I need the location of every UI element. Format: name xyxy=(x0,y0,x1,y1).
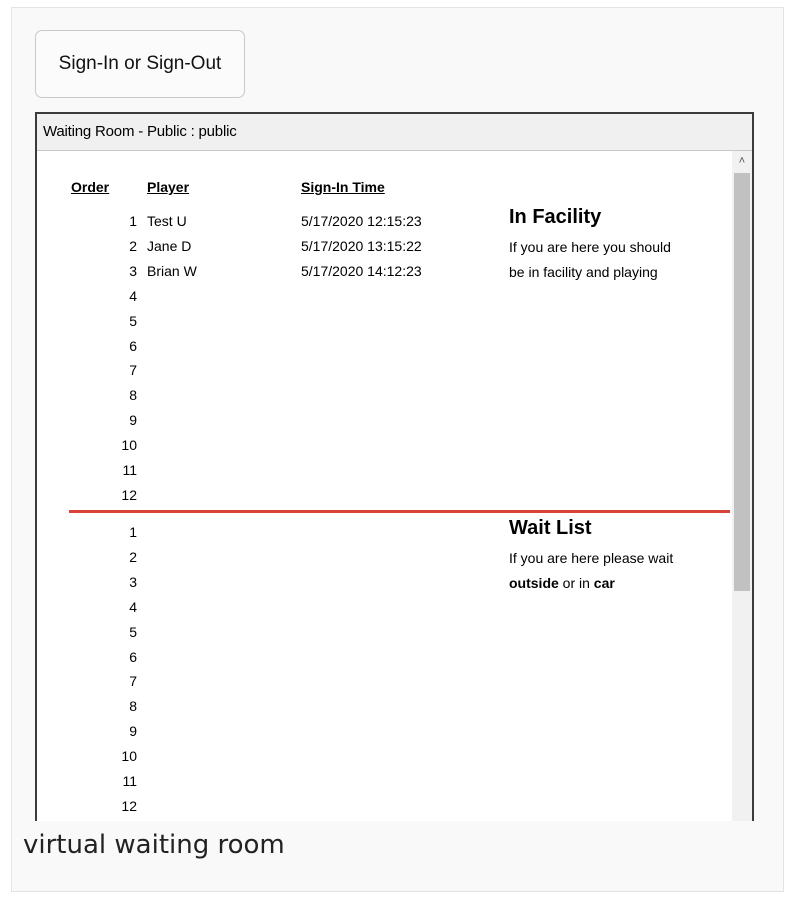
caption: virtual waiting room xyxy=(23,830,285,860)
order-number: 3 xyxy=(129,573,137,590)
order-number: 9 xyxy=(129,412,137,429)
order-number: 7 xyxy=(129,362,137,379)
player-name: Test U xyxy=(147,213,187,229)
header-sign-in-time: Sign-In Time xyxy=(301,179,385,195)
player-name: Brian W xyxy=(147,262,197,279)
table-row: 8 xyxy=(37,694,497,718)
wait-list-note-bold-car: car xyxy=(593,575,615,591)
table-row: 9 xyxy=(37,408,497,432)
sign-in-time: 5/17/2020 12:15:23 xyxy=(301,213,422,229)
header-player: Player xyxy=(147,179,190,195)
order-number: 1 xyxy=(129,213,137,229)
table-row: 5 xyxy=(37,620,497,644)
table-row: 12 xyxy=(37,483,497,507)
table-row: 6 xyxy=(37,334,497,358)
sign-in-time: 5/17/2020 14:12:23 xyxy=(301,262,422,279)
table-row: 4 xyxy=(37,595,497,619)
order-number: 5 xyxy=(129,312,137,329)
table-row: 5 xyxy=(37,309,497,333)
in-facility-note-line1: If you are here you should xyxy=(509,239,671,255)
order-number: 9 xyxy=(129,723,137,740)
order-number: 6 xyxy=(129,337,137,354)
section-divider xyxy=(69,510,730,513)
table-row: 2 Jane D 5/17/2020 13:15:22 xyxy=(37,234,497,258)
chevron-up-icon[interactable]: ˄ xyxy=(732,153,752,169)
order-number: 6 xyxy=(129,648,137,665)
wait-list-title: Wait List xyxy=(509,517,592,539)
table-row: 1 xyxy=(37,520,497,544)
table-row: 11 xyxy=(37,769,497,793)
vertical-scrollbar[interactable]: ˄ xyxy=(732,151,752,821)
in-facility-title: In Facility xyxy=(509,206,602,228)
table-row: 3 xyxy=(37,570,497,594)
wait-list-note-line1: If you are here please wait xyxy=(509,550,674,566)
sign-in-time: 5/17/2020 13:15:22 xyxy=(301,237,422,254)
order-number: 2 xyxy=(129,237,137,254)
wait-list-note-bold-outside: outside xyxy=(509,575,559,591)
table-row: 9 xyxy=(37,719,497,743)
wait-list-note-line2: outside or in car xyxy=(509,571,615,595)
order-number: 10 xyxy=(121,437,137,454)
order-number: 8 xyxy=(129,387,137,404)
table-row: 6 xyxy=(37,645,497,669)
order-number: 5 xyxy=(129,623,137,640)
table-row: 3 Brian W 5/17/2020 14:12:23 xyxy=(37,259,497,283)
sign-in-sign-out-button[interactable]: Sign-In or Sign-Out xyxy=(35,30,245,98)
table-row: 2 xyxy=(37,545,497,569)
order-number: 7 xyxy=(129,673,137,690)
table-row: 4 xyxy=(37,284,497,308)
order-number: 4 xyxy=(129,598,137,615)
table-row: 10 xyxy=(37,744,497,768)
table-row: 1 Test U 5/17/2020 12:15:23 xyxy=(37,209,497,233)
order-number: 12 xyxy=(121,797,137,814)
order-number: 4 xyxy=(129,287,137,304)
order-number: 10 xyxy=(121,748,137,765)
order-number: 1 xyxy=(129,524,137,540)
waiting-room-table: Order Player Sign-In Time In Facility If… xyxy=(37,151,732,821)
in-facility-note-line2: be in facility and playing xyxy=(509,264,658,280)
table-row: 10 xyxy=(37,433,497,457)
panel-title: Waiting Room - Public : public xyxy=(37,114,752,151)
waiting-room-panel: Waiting Room - Public : public ˄ Order P… xyxy=(35,112,754,821)
table-row: 7 xyxy=(37,669,497,693)
wait-list-note-mid: or in xyxy=(558,575,594,591)
order-number: 8 xyxy=(129,698,137,715)
table-row: 8 xyxy=(37,383,497,407)
order-number: 11 xyxy=(122,462,137,478)
player-name: Jane D xyxy=(147,237,192,254)
order-number: 2 xyxy=(129,548,137,565)
order-number: 11 xyxy=(122,773,137,789)
table-row: 7 xyxy=(37,358,497,382)
table-row: 11 xyxy=(37,458,497,482)
table-row: 12 xyxy=(37,794,497,818)
order-number: 3 xyxy=(129,262,137,279)
order-number: 12 xyxy=(121,486,137,503)
scrollbar-thumb[interactable] xyxy=(734,173,750,591)
header-order: Order xyxy=(71,179,110,195)
